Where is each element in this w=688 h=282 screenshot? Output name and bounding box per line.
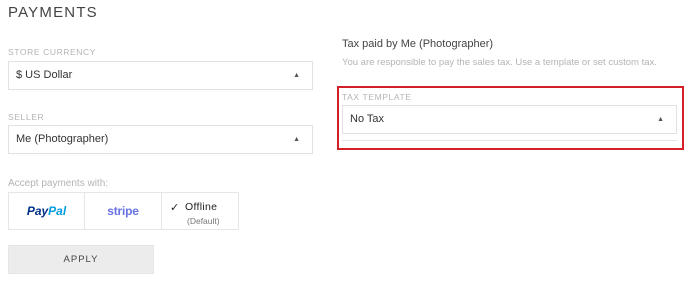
- apply-button[interactable]: APPLY: [8, 245, 154, 274]
- seller-value: Me (Photographer): [16, 133, 109, 145]
- caret-icon: ▲: [293, 136, 300, 143]
- store-currency-value: $ US Dollar: [16, 69, 73, 81]
- store-currency-select[interactable]: $ US Dollar ▲: [8, 61, 313, 90]
- offline-label: Offline: [185, 201, 218, 213]
- tax-description: You are responsible to pay the sales tax…: [342, 57, 657, 68]
- seller-label: SELLER: [8, 112, 45, 122]
- divider: [342, 140, 677, 141]
- tax-template-select[interactable]: No Tax ▲: [342, 105, 677, 134]
- caret-icon: ▲: [657, 116, 664, 123]
- paypal-logo: PayPal: [26, 204, 67, 218]
- page-title: PAYMENTS: [8, 4, 98, 21]
- tax-template-value: No Tax: [350, 113, 385, 125]
- checkmark-icon: ✓: [170, 202, 180, 214]
- stripe-option[interactable]: stripe: [84, 192, 162, 230]
- caret-icon: ▲: [293, 72, 300, 79]
- seller-select[interactable]: Me (Photographer) ▲: [8, 125, 313, 154]
- stripe-logo: stripe: [107, 204, 139, 218]
- tax-heading: Tax paid by Me (Photographer): [342, 38, 494, 50]
- accept-payments-label: Accept payments with:: [8, 178, 109, 189]
- paypal-option[interactable]: PayPal: [8, 192, 85, 230]
- tax-template-label: TAX TEMPLATE: [342, 92, 412, 102]
- offline-default-label: (Default): [187, 216, 220, 226]
- store-currency-label: STORE CURRENCY: [8, 47, 97, 57]
- offline-option[interactable]: ✓ Offline (Default): [161, 192, 239, 230]
